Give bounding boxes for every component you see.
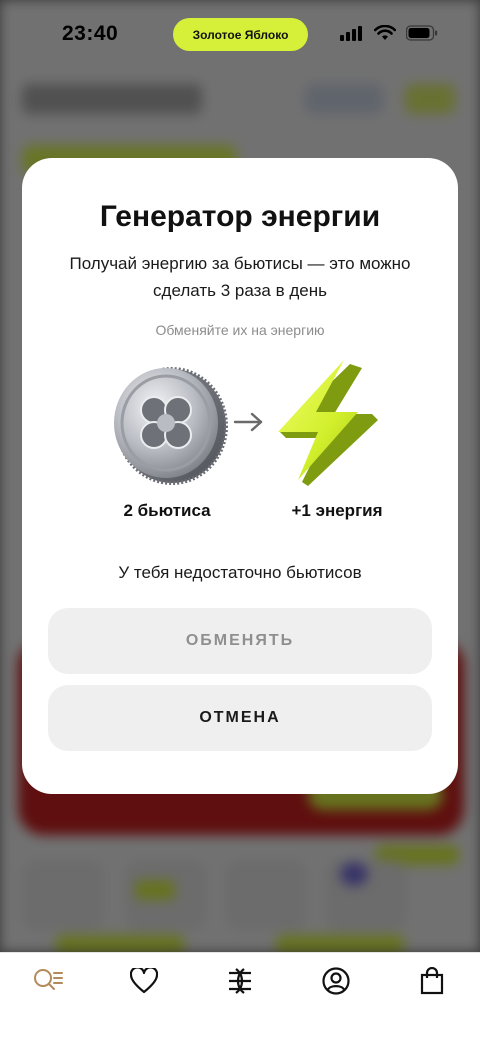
- tab-search[interactable]: [30, 963, 66, 999]
- status-time: 23:40: [62, 22, 119, 45]
- bottom-tab-bar: [0, 952, 480, 1043]
- dialog-title: Генератор энергии: [99, 200, 381, 233]
- arrow-right-icon: [233, 412, 263, 432]
- cellular-signal-icon: [340, 26, 362, 41]
- energy-bolt-icon: [278, 360, 378, 486]
- brand-logo-icon: [229, 968, 251, 994]
- status-icons: [340, 25, 438, 41]
- tab-favorites[interactable]: [126, 963, 162, 999]
- dialog-description: Получай энергию за бьютисы — это можно с…: [69, 254, 411, 300]
- exchange-button[interactable]: ОБМЕНЯТЬ: [48, 608, 432, 674]
- energy-generator-dialog: Генератор энергии Получай энергию за бью…: [22, 158, 458, 794]
- cancel-button[interactable]: ОТМЕНА: [48, 685, 432, 751]
- tab-home[interactable]: [222, 963, 258, 999]
- heart-icon: [130, 968, 158, 994]
- shopping-bag-icon: [420, 967, 444, 995]
- tab-cart[interactable]: [414, 963, 450, 999]
- app-name-pill[interactable]: Золотое Яблоко: [173, 18, 308, 51]
- beauty-coin-icon: [114, 367, 228, 485]
- exchange-hint: Обменяйте их на энергию: [155, 322, 325, 338]
- battery-icon: [406, 25, 438, 41]
- wifi-icon: [374, 25, 396, 40]
- insufficient-balance-text: У тебя недостаточно бьютисов: [118, 563, 362, 582]
- profile-icon: [322, 967, 350, 995]
- coin-amount-label: 2 бьютиса: [123, 501, 211, 520]
- energy-amount-label: +1 энергия: [291, 501, 383, 520]
- search-catalog-icon: [34, 969, 63, 990]
- tab-profile[interactable]: [318, 963, 354, 999]
- status-bar: 23:40 Золотое Яблоко: [0, 0, 480, 70]
